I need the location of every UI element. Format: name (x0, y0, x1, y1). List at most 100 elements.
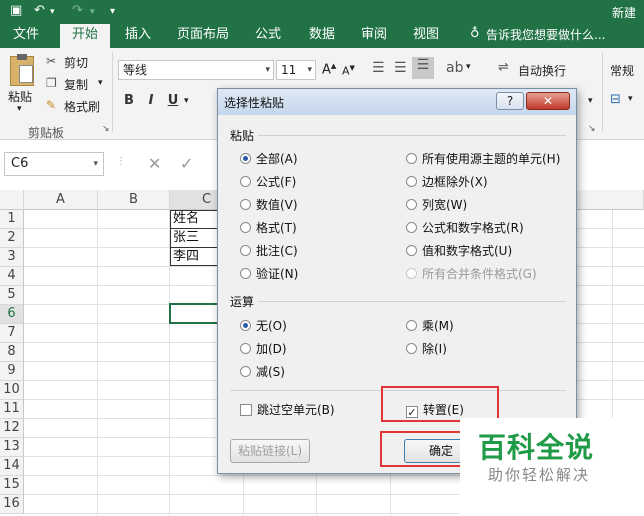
tell-me-box[interactable]: 告诉我您想要做什么... (486, 24, 605, 48)
copy-icon[interactable]: ❐ (46, 76, 57, 90)
cut-button[interactable]: 剪切 (64, 54, 88, 71)
radio-operation-add[interactable]: 加(D) (240, 341, 287, 357)
save-icon[interactable]: ▣ (10, 3, 22, 18)
row-header[interactable]: 9 (0, 362, 24, 381)
format-painter-button[interactable]: 格式刷 (64, 98, 100, 115)
checkbox-skip-blanks[interactable]: 跳过空单元(B) (240, 402, 335, 418)
row-header[interactable]: 7 (0, 324, 24, 343)
radio-paste-formulas-number-formats[interactable]: 公式和数字格式(R) (406, 220, 524, 236)
italic-button[interactable]: I (142, 92, 160, 110)
number-format-combo[interactable]: 常规 (610, 62, 634, 79)
align-middle-icon[interactable]: ☰ (394, 60, 407, 76)
radio-icon (406, 268, 417, 279)
decrease-font-size-icon[interactable]: A▼ (342, 64, 355, 78)
cell-c2[interactable]: 张三 (170, 229, 199, 247)
radio-operation-divide[interactable]: 除(I) (406, 341, 447, 357)
accounting-dropdown-icon[interactable]: ▾ (628, 94, 633, 104)
radio-label: 公式和数字格式(R) (422, 221, 524, 235)
cancel-icon[interactable]: ✕ (148, 154, 161, 173)
wrap-text-button[interactable]: 自动换行 (518, 62, 566, 79)
row-header[interactable]: 3 (0, 248, 24, 267)
radio-paste-column-widths[interactable]: 列宽(W) (406, 197, 467, 213)
radio-paste-except-borders[interactable]: 边框除外(X) (406, 174, 488, 190)
name-box[interactable]: C6 ▾ (4, 152, 104, 176)
bold-button[interactable]: B (120, 92, 138, 110)
radio-label: 乘(M) (422, 319, 454, 333)
radio-paste-formats[interactable]: 格式(T) (240, 220, 297, 236)
underline-button[interactable]: U (164, 92, 182, 110)
radio-paste-comments[interactable]: 批注(C) (240, 243, 298, 259)
tab-insert[interactable]: 插入 (116, 24, 160, 48)
radio-operation-none[interactable]: 无(O) (240, 318, 287, 334)
dialog-title-bar[interactable]: 选择性粘贴 ? ✕ (218, 89, 576, 115)
paste-dropdown-icon[interactable]: ▾ (17, 104, 22, 114)
font-size-value: 11 (281, 63, 297, 77)
row-header[interactable]: 1 (0, 210, 24, 229)
radio-paste-all[interactable]: 全部(A) (240, 151, 298, 167)
row-header[interactable]: 8 (0, 343, 24, 362)
paste-icon[interactable] (10, 54, 34, 86)
radio-paste-formulas[interactable]: 公式(F) (240, 174, 296, 190)
row-header-selected[interactable]: 6 (0, 305, 24, 324)
orientation-dropdown-icon[interactable]: ▾ (466, 62, 471, 72)
row-header[interactable]: 16 (0, 495, 24, 514)
column-header-a[interactable]: A (24, 190, 98, 210)
radio-operation-subtract[interactable]: 减(S) (240, 364, 285, 380)
align-top-icon[interactable]: ☰ (372, 60, 385, 76)
row-header[interactable]: 12 (0, 419, 24, 438)
paste-link-button[interactable]: 粘贴链接(L) (230, 439, 310, 463)
customize-qat-icon[interactable]: ▾ (110, 6, 115, 17)
align-bottom-icon[interactable]: ☰ (412, 57, 434, 79)
redo-icon[interactable]: ↷ (72, 3, 83, 18)
radio-paste-values[interactable]: 数值(V) (240, 197, 298, 213)
radio-label: 所有使用源主题的单元(H) (422, 152, 561, 166)
increase-font-size-icon[interactable]: A▲ (322, 62, 336, 77)
enter-icon[interactable]: ✓ (180, 154, 193, 173)
font-name-combo[interactable]: 等线 ▾ (118, 60, 274, 80)
row-header[interactable]: 13 (0, 438, 24, 457)
orientation-icon[interactable]: ab (446, 60, 463, 76)
row-header[interactable]: 14 (0, 457, 24, 476)
undo-dropdown-icon[interactable]: ▾ (50, 7, 55, 17)
alignment-launcher-icon[interactable]: ↘ (588, 124, 596, 134)
row-header[interactable]: 2 (0, 229, 24, 248)
row-header[interactable]: 5 (0, 286, 24, 305)
undo-icon[interactable]: ↶ (34, 3, 45, 18)
underline-dropdown-icon[interactable]: ▾ (184, 96, 189, 106)
help-button[interactable]: ? (496, 92, 524, 110)
font-size-combo[interactable]: 11 ▾ (276, 60, 316, 80)
radio-label: 值和数字格式(U) (422, 244, 513, 258)
select-all-corner[interactable] (0, 190, 24, 210)
row-header[interactable]: 4 (0, 267, 24, 286)
row-header[interactable]: 15 (0, 476, 24, 495)
merge-dropdown-icon[interactable]: ▾ (588, 96, 593, 106)
tab-formulas[interactable]: 公式 (246, 24, 290, 48)
radio-paste-validation[interactable]: 验证(N) (240, 266, 298, 282)
tab-review[interactable]: 审阅 (352, 24, 396, 48)
accounting-format-icon[interactable]: ⊟ (610, 92, 621, 107)
column-header-b[interactable]: B (98, 190, 170, 210)
radio-selected-icon (240, 320, 251, 331)
radio-paste-source-theme[interactable]: 所有使用源主题的单元(H) (406, 151, 560, 167)
tab-data[interactable]: 数据 (300, 24, 344, 48)
scissors-icon[interactable]: ✂ (46, 54, 56, 68)
radio-operation-multiply[interactable]: 乘(M) (406, 318, 454, 334)
wrap-text-icon[interactable]: ⇌ (498, 60, 509, 75)
clipboard-launcher-icon[interactable]: ↘ (102, 124, 110, 134)
paste-button[interactable]: 粘贴 (8, 88, 32, 105)
tab-home[interactable]: 开始 (60, 24, 110, 48)
row-header[interactable]: 10 (0, 381, 24, 400)
row-header[interactable]: 11 (0, 400, 24, 419)
close-button[interactable]: ✕ (526, 92, 570, 110)
copy-dropdown-icon[interactable]: ▾ (98, 78, 103, 88)
radio-icon (240, 199, 251, 210)
format-painter-icon[interactable]: ✎ (46, 98, 56, 112)
tab-view[interactable]: 视图 (404, 24, 448, 48)
cell-c3[interactable]: 李四 (170, 248, 199, 266)
radio-paste-values-number-formats[interactable]: 值和数字格式(U) (406, 243, 512, 259)
copy-button[interactable]: 复制 (64, 76, 88, 93)
redo-dropdown-icon[interactable]: ▾ (90, 7, 95, 17)
tab-file[interactable]: 文件 (4, 24, 48, 48)
cell-c1[interactable]: 姓名 (170, 210, 199, 228)
tab-page-layout[interactable]: 页面布局 (170, 24, 236, 48)
